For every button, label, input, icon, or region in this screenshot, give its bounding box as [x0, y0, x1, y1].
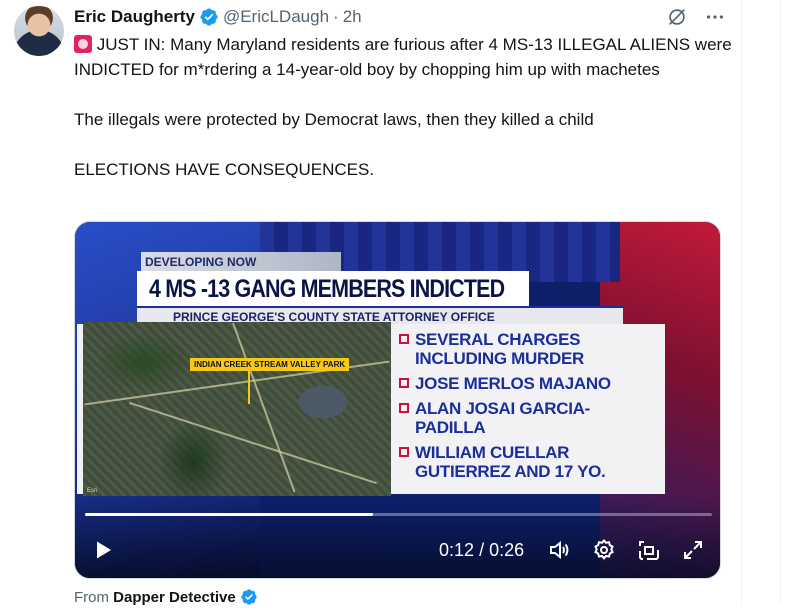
source-verified-icon — [240, 588, 258, 610]
play-icon[interactable] — [91, 538, 115, 562]
charge-text: ALAN JOSAI GARCIA-PADILLA — [415, 399, 590, 437]
list-item: WILLIAM CUELLAR GUTIERREZ AND 17 YO. — [399, 443, 659, 481]
checkbox-bullet — [399, 378, 409, 388]
author-name[interactable]: Eric Daugherty — [74, 7, 195, 27]
list-item: JOSE MERLOS MAJANO — [399, 374, 659, 393]
charge-text: WILLIAM CUELLAR GUTIERREZ AND 17 YO. — [415, 443, 606, 481]
map-road — [129, 401, 377, 485]
list-item: ALAN JOSAI GARCIA-PADILLA — [399, 399, 659, 437]
charge-text: SEVERAL CHARGES INCLUDING MURDER — [415, 330, 584, 368]
video-progress-fill — [85, 513, 374, 516]
sidebar-edge — [780, 0, 781, 604]
video-player[interactable]: DEVELOPING NOW 4 MS -13 GANG MEMBERS IND… — [74, 221, 721, 579]
current-time: 0:12 — [439, 540, 475, 560]
author-handle[interactable]: @EricLDaugh — [223, 7, 329, 27]
from-prefix: From — [74, 589, 109, 606]
video-progress-bar[interactable] — [85, 513, 712, 516]
charges-list: SEVERAL CHARGES INCLUDING MURDER JOSE ME… — [399, 330, 659, 487]
timeline-divider — [741, 0, 742, 604]
video-time: 0:12 / 0:26 — [439, 540, 524, 561]
time-separator: / — [479, 540, 485, 560]
list-item: SEVERAL CHARGES INCLUDING MURDER — [399, 330, 659, 368]
map-image: INDIAN CREEK STREAM VALLEY PARK Esri — [83, 322, 391, 496]
tweet-text-line1: JUST IN: Many Maryland residents are fur… — [74, 35, 737, 79]
tweet-text-para2: The illegals were protected by Democrat … — [74, 110, 594, 129]
checkbox-bullet — [399, 403, 409, 413]
source-name[interactable]: Dapper Detective — [113, 589, 236, 606]
charge-text: JOSE MERLOS MAJANO — [415, 374, 611, 393]
tweet-header-actions — [666, 6, 726, 33]
checkbox-bullet — [399, 334, 409, 344]
tweet-header: Eric Daugherty @EricLDaugh · 2h — [74, 5, 362, 29]
timestamp[interactable]: 2h — [343, 7, 362, 27]
tweet-text-para3: ELECTIONS HAVE CONSEQUENCES. — [74, 160, 375, 179]
headline-box: 4 MS -13 GANG MEMBERS INDICTED — [137, 271, 529, 307]
controls-gradient — [75, 498, 720, 578]
fullscreen-icon[interactable] — [681, 538, 705, 562]
developing-banner: DEVELOPING NOW — [141, 252, 341, 272]
pip-icon[interactable] — [637, 538, 661, 562]
checkbox-bullet — [399, 447, 409, 457]
verified-badge-icon[interactable] — [199, 7, 219, 27]
map-credit: Esri — [87, 488, 98, 494]
map-road — [232, 322, 296, 493]
duration: 0:26 — [489, 540, 525, 560]
more-icon[interactable] — [704, 6, 726, 33]
map-location-label: INDIAN CREEK STREAM VALLEY PARK — [190, 358, 350, 371]
separator-dot: · — [333, 7, 339, 26]
map-pin — [248, 370, 250, 404]
settings-icon[interactable] — [592, 538, 616, 562]
tweet-text: JUST IN: Many Maryland residents are fur… — [74, 32, 734, 182]
from-source: From Dapper Detective — [74, 588, 258, 610]
grok-icon[interactable] — [666, 6, 688, 33]
video-headline: 4 MS -13 GANG MEMBERS INDICTED — [149, 274, 505, 303]
avatar[interactable] — [14, 6, 64, 56]
volume-icon[interactable] — [547, 538, 571, 562]
siren-emoji-icon — [74, 35, 92, 53]
